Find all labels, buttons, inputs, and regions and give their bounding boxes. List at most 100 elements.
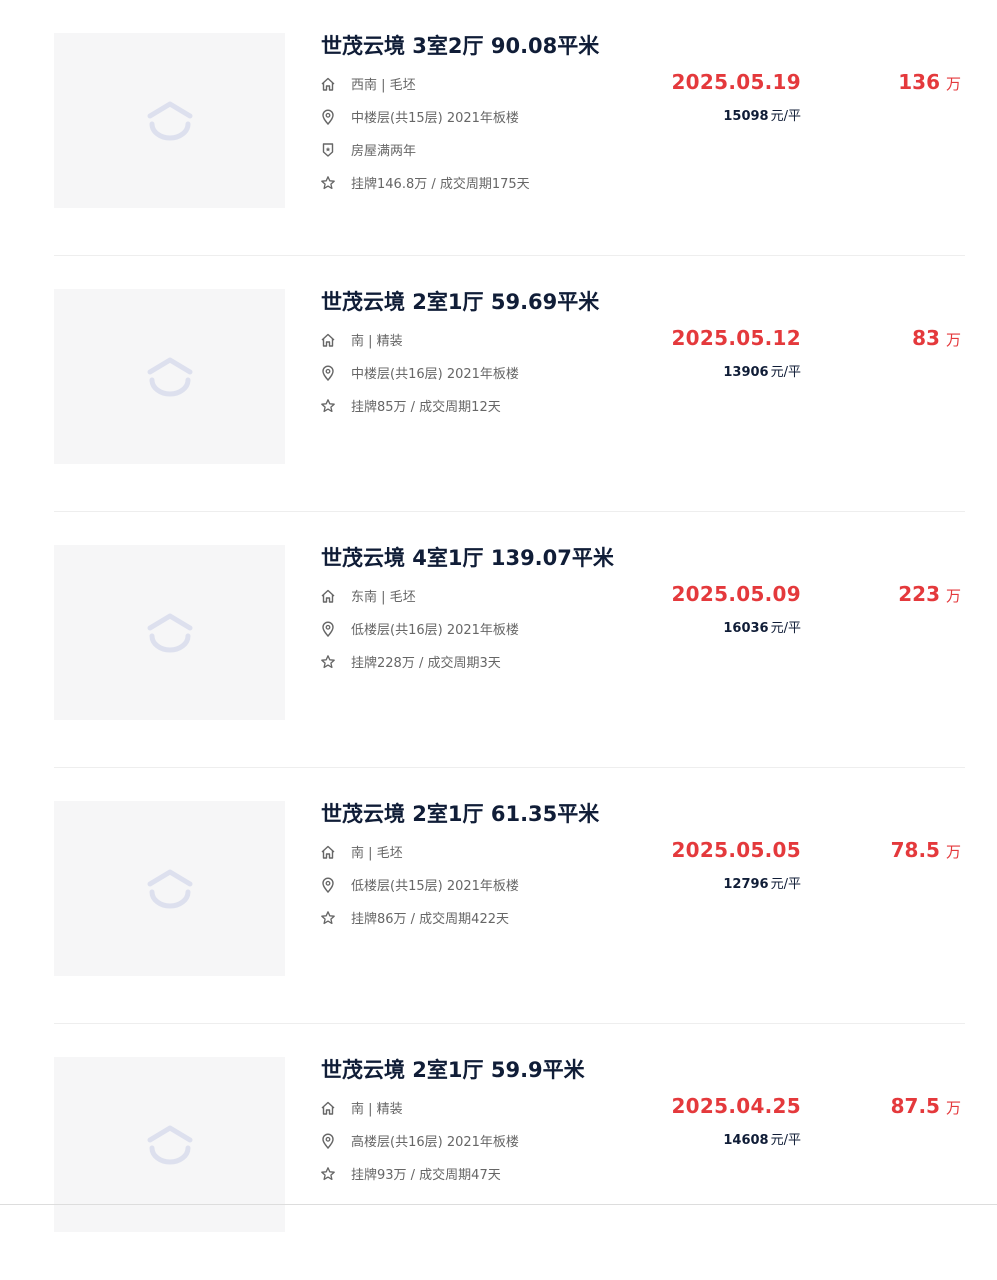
listing-thumbnail[interactable] [54,33,285,208]
image-placeholder-icon [147,1125,192,1164]
listing-deal-info: 挂牌93万 / 成交周期47天 [319,1157,519,1190]
orientation-decoration-text: 南 | 精装 [351,1102,403,1117]
deal-date: 2025.05.05 [671,838,801,862]
total-price-value: 136 [898,70,940,94]
image-placeholder-icon [147,613,192,652]
tag-text: 房屋满两年 [351,144,417,159]
orientation-decoration-text: 西南 | 毛坯 [351,78,416,93]
listing-title[interactable]: 世茂云境 2室1厅 59.69平米 [321,286,599,316]
total-price-value: 223 [898,582,940,606]
listing-thumbnail[interactable] [54,801,285,976]
star-icon [319,653,337,671]
unit-price: 15098 元/平 [723,105,801,124]
unit-price: 14608 元/平 [723,1129,801,1148]
total-price-unit: 万 [945,331,961,349]
listing-title[interactable]: 世茂云境 2室1厅 59.9平米 [321,1054,585,1084]
total-price: 78.5 万 [891,838,961,862]
list-item[interactable]: 世茂云境 4室1厅 139.07平米 东南 | 毛坯 低楼层(共16层) 202… [54,512,965,768]
house-info: 东南 | 毛坯 [319,579,519,612]
total-price-value: 87.5 [890,1094,940,1118]
unit-price-suffix: 元/平 [770,621,801,636]
listing-deal-info: 挂牌228万 / 成交周期3天 [319,645,519,678]
orientation-decoration-text: 东南 | 毛坯 [351,590,416,605]
house-icon [319,331,337,349]
listing-deal-text: 挂牌146.8万 / 成交周期175天 [351,177,530,192]
location-pin-icon [319,876,337,894]
house-info: 南 | 精装 [319,1091,519,1124]
deal-list: 世茂云境 3室2厅 90.08平米 西南 | 毛坯 中楼层(共15层) 2021… [54,0,965,1280]
listing-deal-info: 挂牌86万 / 成交周期422天 [319,901,519,934]
listing-deal-info: 挂牌85万 / 成交周期12天 [319,389,519,422]
orientation-decoration-text: 南 | 精装 [351,334,403,349]
house-icon [319,75,337,93]
total-price-unit: 万 [945,843,961,861]
total-price-value: 78.5 [890,838,940,862]
star-icon [319,909,337,927]
floor-info: 低楼层(共16层) 2021年板楼 [319,612,519,645]
location-pin-icon [319,620,337,638]
total-price: 136 万 [898,70,961,94]
unit-price-value: 14608 [723,1133,769,1148]
house-info: 南 | 毛坯 [319,835,519,868]
listing-title[interactable]: 世茂云境 2室1厅 61.35平米 [321,798,599,828]
unit-price-suffix: 元/平 [770,109,801,124]
listing-title[interactable]: 世茂云境 3室2厅 90.08平米 [321,30,599,60]
floor-info-text: 低楼层(共16层) 2021年板楼 [351,623,519,638]
listing-deal-text: 挂牌228万 / 成交周期3天 [351,656,501,671]
listing-info: 南 | 精装 高楼层(共16层) 2021年板楼 挂牌93万 / 成交周期47天 [319,1091,519,1190]
total-price-value: 83 [912,326,940,350]
image-placeholder-icon [147,869,192,908]
image-placeholder-icon [147,357,192,396]
listing-deal-text: 挂牌93万 / 成交周期47天 [351,1168,501,1183]
unit-price-value: 13906 [723,365,769,380]
star-icon [319,1165,337,1183]
page-bottom-divider [0,1204,997,1205]
unit-price: 13906 元/平 [723,361,801,380]
unit-price: 12796 元/平 [723,873,801,892]
orientation-decoration-text: 南 | 毛坯 [351,846,403,861]
deal-date: 2025.05.19 [671,70,801,94]
location-pin-icon [319,108,337,126]
unit-price-value: 15098 [723,109,769,124]
total-price: 87.5 万 [891,1094,961,1118]
list-item[interactable]: 世茂云境 3室2厅 90.08平米 西南 | 毛坯 中楼层(共15层) 2021… [54,0,965,256]
listing-deal-info: 挂牌146.8万 / 成交周期175天 [319,166,530,199]
house-icon [319,843,337,861]
unit-price-suffix: 元/平 [770,877,801,892]
shield-badge-icon [319,141,337,159]
location-pin-icon [319,364,337,382]
total-price: 83 万 [912,326,961,350]
listing-thumbnail[interactable] [54,289,285,464]
list-item[interactable]: 世茂云境 2室1厅 61.35平米 南 | 毛坯 低楼层(共15层) 2021年… [54,768,965,1024]
list-item[interactable]: 世茂云境 2室1厅 59.69平米 南 | 精装 中楼层(共16层) 2021年… [54,256,965,512]
image-placeholder-icon [147,101,192,140]
total-price-unit: 万 [945,1099,961,1117]
floor-info: 中楼层(共16层) 2021年板楼 [319,356,519,389]
listing-thumbnail[interactable] [54,545,285,720]
deal-date: 2025.05.09 [671,582,801,606]
listing-info: 南 | 精装 中楼层(共16层) 2021年板楼 挂牌85万 / 成交周期12天 [319,323,519,422]
house-info: 南 | 精装 [319,323,519,356]
list-item[interactable]: 世茂云境 2室1厅 59.9平米 南 | 精装 高楼层(共16层) 2021年板… [54,1024,965,1280]
floor-info-text: 中楼层(共16层) 2021年板楼 [351,367,519,382]
deal-date: 2025.04.25 [671,1094,801,1118]
floor-info-text: 高楼层(共16层) 2021年板楼 [351,1135,519,1150]
listing-info: 东南 | 毛坯 低楼层(共16层) 2021年板楼 挂牌228万 / 成交周期3… [319,579,519,678]
tag-info: 房屋满两年 [319,133,530,166]
listing-thumbnail[interactable] [54,1057,285,1232]
listing-deal-text: 挂牌85万 / 成交周期12天 [351,400,501,415]
listing-title[interactable]: 世茂云境 4室1厅 139.07平米 [321,542,614,572]
location-pin-icon [319,1132,337,1150]
listing-info: 西南 | 毛坯 中楼层(共15层) 2021年板楼 房屋满两年 挂牌146.8万… [319,67,530,199]
unit-price-suffix: 元/平 [770,1133,801,1148]
floor-info: 中楼层(共15层) 2021年板楼 [319,100,530,133]
unit-price: 16036 元/平 [723,617,801,636]
house-info: 西南 | 毛坯 [319,67,530,100]
listing-info: 南 | 毛坯 低楼层(共15层) 2021年板楼 挂牌86万 / 成交周期422… [319,835,519,934]
total-price: 223 万 [898,582,961,606]
star-icon [319,397,337,415]
floor-info-text: 低楼层(共15层) 2021年板楼 [351,879,519,894]
floor-info: 低楼层(共15层) 2021年板楼 [319,868,519,901]
house-icon [319,587,337,605]
floor-info: 高楼层(共16层) 2021年板楼 [319,1124,519,1157]
